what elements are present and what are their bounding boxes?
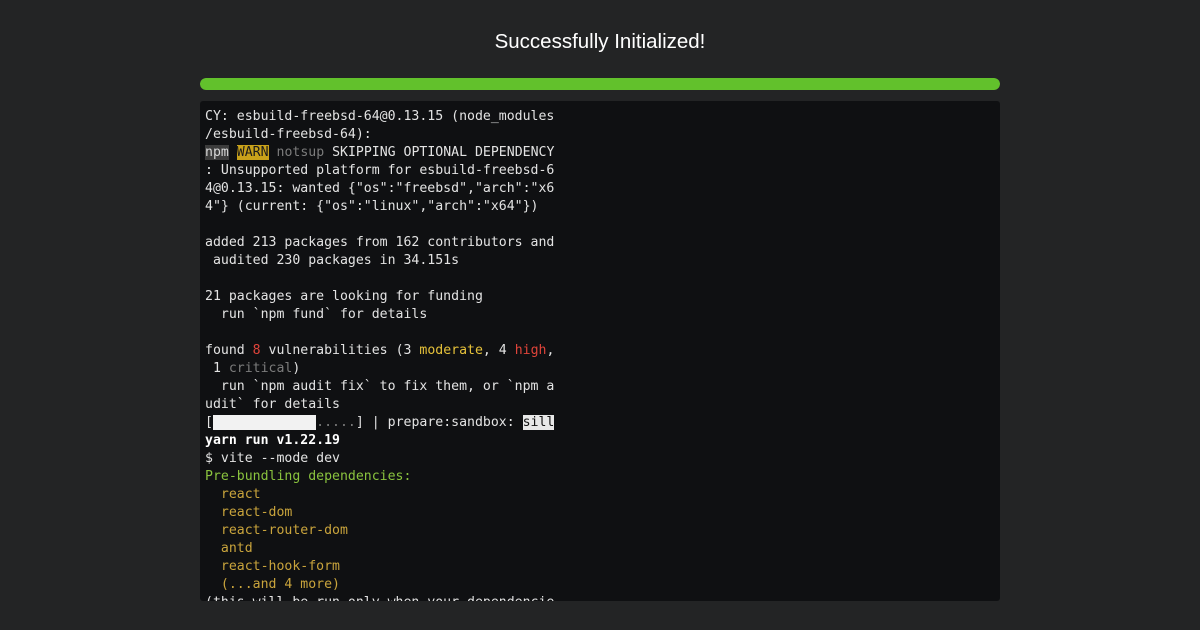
terminal-text-segment: npm [205, 145, 229, 160]
terminal-text-segment [212, 415, 317, 430]
terminal-line: [ .....] | prepare:sandbox: sill [205, 414, 565, 432]
terminal-text-segment: (...and 4 more) [220, 577, 340, 592]
terminal-line: antd [205, 540, 565, 558]
terminal-text-segment: yarn run v1.22.19 [205, 433, 340, 448]
terminal-line: /esbuild-freebsd-64): [205, 126, 565, 144]
terminal-text-segment: sill [522, 415, 555, 430]
terminal-text-segment: ) [292, 361, 301, 376]
terminal-text-segment: , [546, 343, 555, 358]
terminal-text-segment: 4"} (current: {"os":"linux","arch":"x64"… [205, 199, 539, 214]
terminal-line: 21 packages are looking for funding [205, 288, 565, 306]
page-title: Successfully Initialized! [494, 30, 706, 53]
terminal-text-segment: react [220, 487, 261, 502]
terminal-text-segment: CY: esbuild-freebsd-64@0.13.15 (node_mod… [205, 109, 555, 124]
terminal-text-segment: 4@0.13.15: wanted {"os":"freebsd","arch"… [205, 181, 555, 196]
terminal-text-segment: critical [228, 361, 293, 376]
terminal-text-segment: (this will be run only when your depende… [205, 595, 554, 601]
terminal-text-segment: $ vite --mode dev [205, 451, 340, 466]
terminal-line: 4"} (current: {"os":"linux","arch":"x64"… [205, 198, 565, 216]
terminal-text-segment: react-hook-form [220, 559, 340, 574]
terminal-text-segment: 1 [205, 361, 229, 376]
terminal-text-segment: moderate [419, 343, 483, 358]
terminal-text-segment: notsup [276, 145, 325, 160]
terminal-text-segment: ..... [316, 415, 356, 430]
terminal-line: react [205, 486, 565, 504]
terminal-text-segment: Pre-bundling dependencies: [205, 469, 412, 484]
terminal-line: npm WARN notsup SKIPPING OPTIONAL DEPEND… [205, 144, 565, 162]
terminal-text-segment: added 213 packages from 162 contributors… [205, 235, 555, 250]
terminal-line: $ vite --mode dev [205, 450, 565, 468]
terminal-line: 1 critical) [205, 360, 565, 378]
terminal-line: added 213 packages from 162 contributors… [205, 234, 565, 252]
terminal-text-segment: audited 230 packages in 34.151s [205, 253, 460, 268]
terminal-line: (this will be run only when your depende… [205, 594, 565, 601]
terminal-line: Pre-bundling dependencies: [205, 468, 565, 486]
terminal-text-segment: /esbuild-freebsd-64): [205, 127, 372, 142]
progress-bar-fill [200, 78, 1000, 90]
terminal-text-segment: antd [220, 541, 253, 556]
terminal-line: yarn run v1.22.19 [205, 432, 565, 450]
terminal-line: udit` for details [205, 396, 565, 414]
terminal-text-segment: react-router-dom [220, 523, 348, 538]
terminal-line: react-dom [205, 504, 565, 522]
terminal-line: 4@0.13.15: wanted {"os":"freebsd","arch"… [205, 180, 565, 198]
terminal-line: react-hook-form [205, 558, 565, 576]
terminal-text-segment: run `npm audit fix` to fix them, or `npm… [205, 379, 555, 394]
terminal-text-segment: , 4 [482, 343, 515, 358]
terminal-text-segment: SKIPPING OPTIONAL DEPENDENCY [324, 145, 555, 160]
terminal-text-segment: ] | prepare:sandbox: [355, 415, 523, 430]
terminal-line: react-router-dom [205, 522, 565, 540]
terminal-log: CY: esbuild-freebsd-64@0.13.15 (node_mod… [205, 108, 565, 601]
terminal-text-segment: [ [205, 415, 213, 430]
terminal-line: CY: esbuild-freebsd-64@0.13.15 (node_mod… [205, 108, 565, 126]
terminal-text-segment: run `npm fund` for details [205, 307, 428, 322]
progress-bar [200, 78, 1000, 90]
terminal-text-segment: WARN [236, 145, 269, 160]
terminal-text-segment: : Unsupported platform for esbuild-freeb… [205, 163, 555, 178]
terminal-text-segment: vulnerabilities (3 [260, 343, 420, 358]
terminal-text-segment: found [205, 343, 253, 358]
terminal-line: run `npm audit fix` to fix them, or `npm… [205, 378, 565, 396]
terminal-line: found 8 vulnerabilities (3 moderate, 4 h… [205, 342, 565, 360]
terminal-line: (...and 4 more) [205, 576, 565, 594]
terminal-text-segment: 8 [252, 343, 261, 358]
terminal-text-segment: high [514, 343, 547, 358]
terminal-text-segment: react-dom [220, 505, 293, 520]
terminal-output[interactable]: CY: esbuild-freebsd-64@0.13.15 (node_mod… [200, 101, 1000, 601]
terminal-text-segment: 21 packages are looking for funding [205, 289, 483, 304]
terminal-text-segment: udit` for details [205, 397, 340, 412]
terminal-line: run `npm fund` for details [205, 306, 565, 324]
terminal-line: : Unsupported platform for esbuild-freeb… [205, 162, 565, 180]
terminal-line: audited 230 packages in 34.151s [205, 252, 565, 270]
